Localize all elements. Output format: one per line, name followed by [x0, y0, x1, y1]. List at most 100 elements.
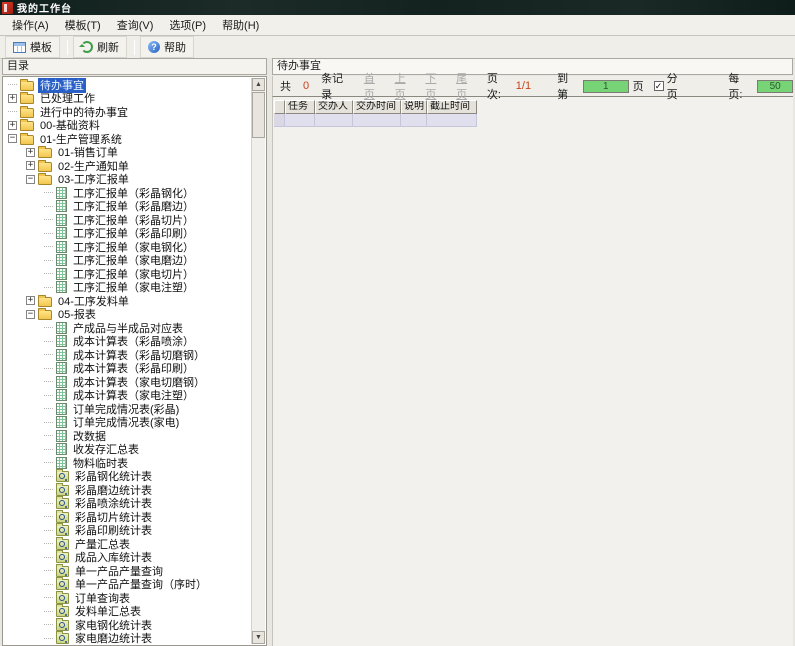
scroll-down-icon[interactable]: ▼	[252, 631, 265, 644]
query-icon	[56, 498, 69, 509]
query-icon	[56, 539, 69, 550]
query-icon	[56, 525, 69, 536]
collapse-minus-icon[interactable]: −	[26, 175, 35, 184]
per-page-label: 每页:	[728, 70, 753, 102]
folder-icon	[38, 162, 52, 172]
title-bar: 我的工作台	[0, 0, 795, 15]
form-icon	[56, 443, 67, 455]
folder-icon	[38, 297, 52, 307]
folder-icon	[38, 175, 52, 185]
folder-icon	[20, 94, 34, 104]
help-button[interactable]: ? 帮助	[140, 36, 194, 58]
per-page-input[interactable]: 50	[757, 80, 793, 93]
tree-connector	[44, 341, 53, 342]
table-corner-cell	[274, 100, 285, 114]
form-icon	[56, 214, 67, 226]
menu-item[interactable]: 帮助(H)	[214, 15, 267, 35]
help-icon: ?	[148, 41, 160, 53]
tree-connector	[44, 368, 53, 369]
pagination-link[interactable]: 下页	[425, 70, 447, 102]
form-icon	[56, 389, 67, 401]
column-header[interactable]: 交办人	[315, 100, 353, 114]
scrollbar-thumb[interactable]	[252, 92, 265, 138]
query-icon	[56, 620, 69, 631]
collapse-minus-icon[interactable]: −	[8, 134, 17, 143]
query-icon	[56, 485, 69, 496]
query-icon	[56, 633, 69, 644]
todo-panel-body	[272, 97, 793, 646]
form-icon	[56, 268, 67, 280]
refresh-button[interactable]: 刷新	[73, 36, 127, 58]
expand-plus-icon[interactable]: +	[26, 296, 35, 305]
form-icon	[56, 403, 67, 415]
toolbar-button-label: 帮助	[164, 39, 186, 55]
goto-unit-label: 页	[633, 78, 644, 94]
tree-connector	[44, 489, 53, 490]
records-label: 条记录	[321, 70, 354, 102]
tree-item-label: 家电磨边统计表	[73, 630, 154, 644]
folder-icon	[38, 310, 52, 320]
folder-icon	[20, 135, 34, 145]
template-button[interactable]: 模板	[5, 36, 60, 58]
empty-row-cell	[315, 114, 353, 127]
menu-item[interactable]: 模板(T)	[57, 15, 109, 35]
form-icon	[56, 281, 67, 293]
tree-connector	[44, 435, 53, 436]
paging-checkbox[interactable]: ✓	[654, 81, 664, 91]
directory-tree: 待办事宜+已处理工作进行中的待办事宜+00-基础资料−01-生产管理系统+01-…	[4, 78, 251, 644]
expand-plus-icon[interactable]: +	[26, 148, 35, 157]
tree-connector	[44, 543, 53, 544]
toolbar-separator	[67, 40, 68, 55]
tree-item[interactable]: 订单完成情况表(家电)	[4, 416, 251, 430]
tree-connector	[8, 111, 17, 112]
tree-connector	[44, 287, 53, 288]
page-value: 1/1	[516, 80, 531, 92]
tree-connector	[44, 476, 53, 477]
refresh-icon	[81, 41, 93, 53]
empty-row-cell	[285, 114, 315, 127]
menu-bar: 操作(A)模板(T)查询(V)选项(P)帮助(H)	[0, 15, 795, 36]
tree-item[interactable]: +04-工序发料单	[4, 294, 251, 308]
tree-item[interactable]: 家电磨边统计表	[4, 632, 251, 645]
tree-connector	[44, 557, 53, 558]
pagination-link[interactable]: 尾页	[456, 70, 478, 102]
expand-plus-icon[interactable]: +	[8, 94, 17, 103]
column-header[interactable]: 交办时间	[353, 100, 401, 114]
tree-connector	[44, 611, 53, 612]
menu-item[interactable]: 操作(A)	[4, 15, 57, 35]
expand-plus-icon[interactable]: +	[8, 121, 17, 130]
tree-item[interactable]: −01-生产管理系统	[4, 132, 251, 146]
paging-label: 分页	[667, 70, 689, 102]
query-icon	[56, 471, 69, 482]
column-header[interactable]: 说明	[401, 100, 427, 114]
menu-item[interactable]: 选项(P)	[161, 15, 214, 35]
folder-icon	[20, 108, 34, 118]
goto-label: 到第	[557, 70, 579, 102]
form-icon	[56, 416, 67, 428]
pagination-link[interactable]: 上页	[395, 70, 417, 102]
collapse-minus-icon[interactable]: −	[26, 310, 35, 319]
tree-connector	[44, 516, 53, 517]
tree-connector	[44, 408, 53, 409]
folder-icon	[20, 121, 34, 131]
goto-page-input[interactable]: 1	[583, 80, 629, 93]
expand-plus-icon[interactable]: +	[26, 161, 35, 170]
toolbar: 模板 刷新? 帮助	[0, 36, 795, 59]
query-icon	[56, 593, 69, 604]
toolbar-separator	[134, 40, 135, 55]
toolbar-button-label: 刷新	[97, 39, 119, 55]
tree-scrollbar[interactable]: ▲ ▼	[251, 78, 265, 644]
form-icon	[56, 376, 67, 388]
scroll-up-icon[interactable]: ▲	[252, 78, 265, 91]
column-header[interactable]: 任务	[285, 100, 315, 114]
tree-connector	[44, 260, 53, 261]
pagination-link[interactable]: 首页	[364, 70, 386, 102]
menu-item[interactable]: 查询(V)	[109, 15, 162, 35]
column-header[interactable]: 截止时间	[427, 100, 477, 114]
tree-connector	[44, 354, 53, 355]
form-icon	[56, 362, 67, 374]
tree-connector	[44, 584, 53, 585]
tree-connector	[8, 84, 17, 85]
tree-connector	[44, 503, 53, 504]
toolbar-button-label: 模板	[30, 39, 52, 55]
